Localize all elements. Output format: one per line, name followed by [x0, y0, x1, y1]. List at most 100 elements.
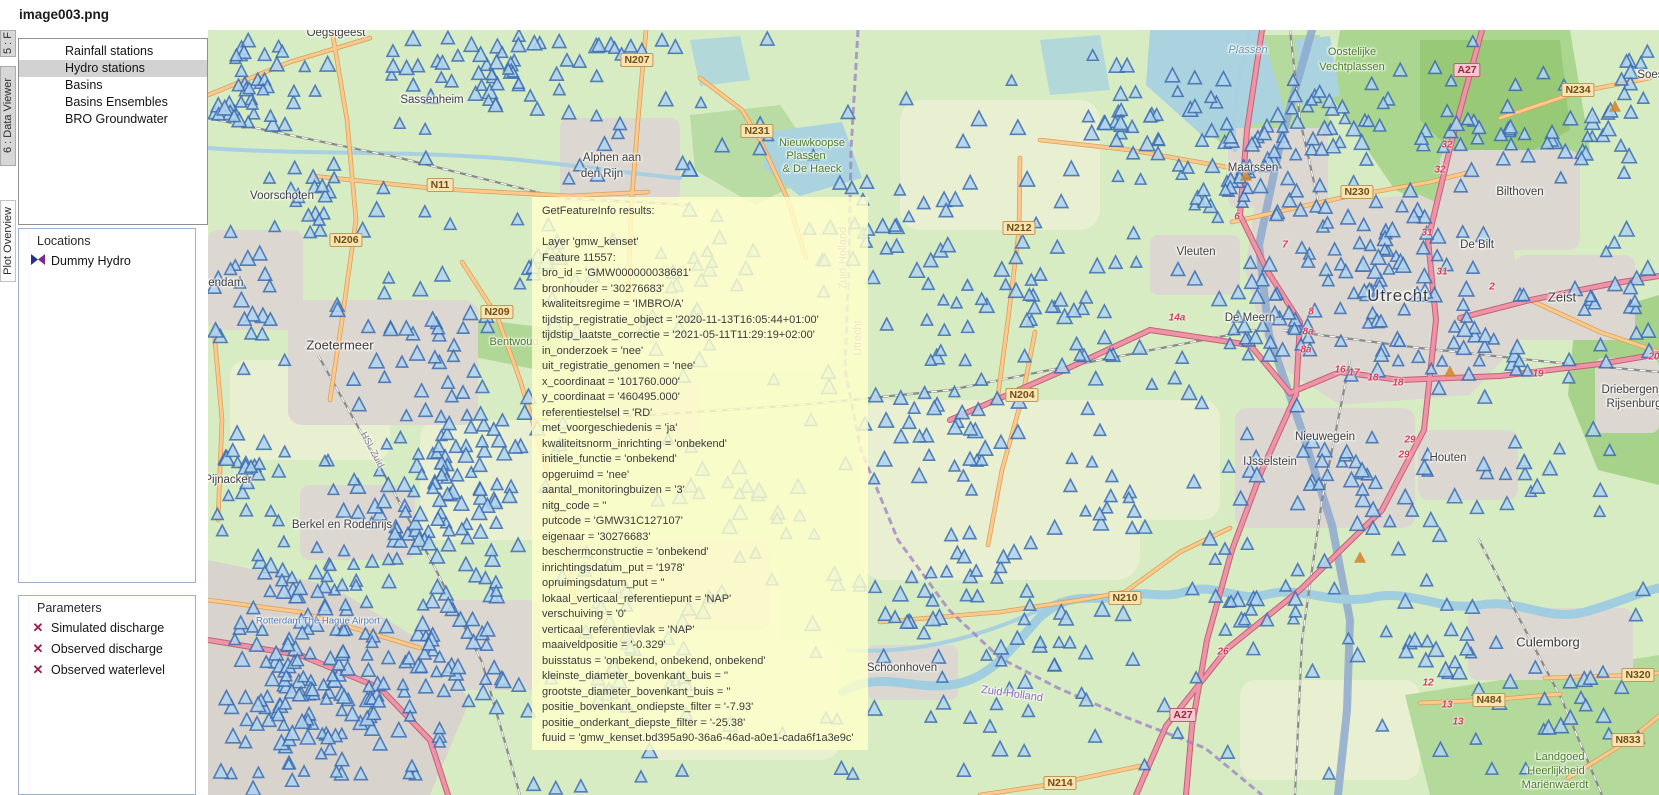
- groundwater-station-marker[interactable]: [405, 31, 420, 46]
- location-item[interactable]: Dummy Hydro: [30, 250, 195, 271]
- groundwater-station-marker[interactable]: [1126, 653, 1139, 665]
- groundwater-station-marker[interactable]: [549, 781, 562, 793]
- groundwater-station-marker[interactable]: [561, 54, 574, 66]
- groundwater-station-marker[interactable]: [217, 525, 228, 536]
- groundwater-station-marker[interactable]: [264, 172, 275, 183]
- groundwater-station-marker[interactable]: [1608, 236, 1620, 248]
- groundwater-station-marker[interactable]: [994, 640, 1008, 654]
- map-canvas[interactable]: OegstgeestSassenheimVoorschotenAlphen aa…: [208, 30, 1659, 795]
- groundwater-station-marker[interactable]: [957, 764, 970, 777]
- groundwater-station-marker[interactable]: [1517, 455, 1531, 469]
- groundwater-station-marker[interactable]: [1098, 331, 1111, 344]
- groundwater-station-marker[interactable]: [1221, 746, 1234, 759]
- groundwater-station-marker[interactable]: [336, 579, 348, 590]
- groundwater-station-marker[interactable]: [1112, 171, 1123, 182]
- groundwater-station-marker[interactable]: [866, 271, 879, 284]
- parameter-item[interactable]: ✕Simulated discharge: [30, 617, 195, 638]
- groundwater-station-marker[interactable]: [1543, 461, 1557, 475]
- groundwater-station-marker[interactable]: [1095, 602, 1110, 616]
- groundwater-station-marker[interactable]: [445, 75, 457, 87]
- groundwater-station-marker[interactable]: [1219, 543, 1231, 554]
- groundwater-station-marker[interactable]: [938, 324, 950, 335]
- groundwater-station-marker[interactable]: [847, 768, 859, 779]
- tab-plot-overview[interactable]: Plot Overview: [0, 200, 16, 282]
- groundwater-station-marker[interactable]: [550, 67, 563, 80]
- groundwater-station-marker[interactable]: [1089, 730, 1102, 742]
- groundwater-station-marker[interactable]: [869, 581, 881, 593]
- groundwater-station-marker[interactable]: [397, 477, 412, 491]
- parameter-item[interactable]: ✕Observed waterlevel: [30, 659, 195, 680]
- groundwater-station-marker[interactable]: [1168, 371, 1181, 383]
- groundwater-station-marker[interactable]: [283, 183, 298, 197]
- groundwater-station-marker[interactable]: [860, 175, 873, 188]
- groundwater-station-marker[interactable]: [304, 226, 316, 237]
- groundwater-station-marker[interactable]: [1098, 305, 1111, 318]
- groundwater-station-marker[interactable]: [1638, 93, 1649, 104]
- groundwater-station-marker[interactable]: [496, 414, 508, 426]
- groundwater-station-marker[interactable]: [223, 490, 234, 500]
- groundwater-station-marker[interactable]: [1135, 174, 1146, 184]
- groundwater-station-marker[interactable]: [394, 118, 405, 128]
- groundwater-station-marker[interactable]: [436, 72, 447, 82]
- groundwater-station-marker[interactable]: [941, 238, 955, 252]
- groundwater-station-marker[interactable]: [1116, 606, 1131, 620]
- groundwater-station-marker[interactable]: [575, 780, 587, 792]
- groundwater-station-marker[interactable]: [554, 84, 565, 95]
- groundwater-station-marker[interactable]: [236, 96, 247, 107]
- groundwater-station-marker[interactable]: [991, 698, 1003, 709]
- groundwater-station-marker[interactable]: [381, 478, 395, 492]
- groundwater-station-marker[interactable]: [258, 48, 271, 60]
- groundwater-station-marker[interactable]: [918, 584, 932, 597]
- groundwater-station-marker[interactable]: [993, 741, 1008, 756]
- groundwater-station-marker[interactable]: [288, 85, 299, 96]
- groundwater-station-marker[interactable]: [659, 92, 673, 106]
- tab-5[interactable]: 5 : F: [0, 30, 16, 57]
- groundwater-station-marker[interactable]: [562, 106, 576, 119]
- groundwater-station-marker[interactable]: [981, 650, 991, 660]
- groundwater-station-marker[interactable]: [527, 777, 540, 790]
- groundwater-station-marker[interactable]: [1421, 574, 1433, 586]
- layer-list[interactable]: Rainfall stationsHydro stationsBasinsBas…: [18, 38, 208, 225]
- groundwater-station-marker[interactable]: [878, 607, 892, 620]
- groundwater-station-marker[interactable]: [1360, 153, 1373, 165]
- groundwater-station-marker[interactable]: [1000, 279, 1011, 290]
- groundwater-station-marker[interactable]: [327, 157, 340, 170]
- groundwater-station-marker[interactable]: [1089, 372, 1103, 385]
- groundwater-station-marker[interactable]: [1131, 257, 1142, 267]
- groundwater-station-marker[interactable]: [386, 59, 400, 72]
- groundwater-station-marker[interactable]: [424, 89, 439, 103]
- layer-list-item[interactable]: Hydro stations: [19, 60, 207, 77]
- groundwater-station-marker[interactable]: [959, 354, 970, 365]
- groundwater-station-marker[interactable]: [265, 506, 276, 516]
- groundwater-station-marker[interactable]: [962, 321, 974, 333]
- groundwater-station-marker[interactable]: [309, 565, 323, 578]
- groundwater-station-marker[interactable]: [361, 596, 373, 607]
- groundwater-station-marker[interactable]: [922, 278, 934, 289]
- groundwater-station-marker[interactable]: [1004, 682, 1015, 692]
- groundwater-station-marker[interactable]: [1147, 379, 1158, 389]
- groundwater-station-marker[interactable]: [1051, 240, 1064, 253]
- groundwater-station-marker[interactable]: [835, 761, 848, 774]
- groundwater-station-marker[interactable]: [278, 536, 289, 546]
- groundwater-station-marker[interactable]: [890, 239, 903, 252]
- groundwater-station-marker[interactable]: [235, 65, 247, 76]
- groundwater-station-marker[interactable]: [1280, 580, 1291, 591]
- groundwater-station-marker[interactable]: [1070, 337, 1083, 349]
- groundwater-station-marker[interactable]: [525, 90, 536, 101]
- groundwater-station-marker[interactable]: [1478, 390, 1492, 403]
- groundwater-station-marker[interactable]: [265, 110, 277, 121]
- groundwater-station-marker[interactable]: [1530, 479, 1544, 493]
- layer-list-item[interactable]: BRO Groundwater: [19, 111, 207, 128]
- groundwater-station-marker[interactable]: [1109, 256, 1122, 268]
- groundwater-station-marker[interactable]: [1176, 351, 1188, 363]
- groundwater-station-marker[interactable]: [1640, 261, 1655, 275]
- groundwater-station-marker[interactable]: [1212, 212, 1223, 222]
- groundwater-station-marker[interactable]: [269, 221, 280, 232]
- groundwater-station-marker[interactable]: [1421, 635, 1433, 646]
- groundwater-station-marker[interactable]: [369, 202, 384, 217]
- groundwater-station-marker[interactable]: [591, 70, 603, 81]
- groundwater-station-marker[interactable]: [635, 771, 646, 782]
- groundwater-station-marker[interactable]: [435, 267, 450, 281]
- groundwater-station-marker[interactable]: [1635, 57, 1647, 68]
- groundwater-station-marker[interactable]: [1064, 637, 1076, 648]
